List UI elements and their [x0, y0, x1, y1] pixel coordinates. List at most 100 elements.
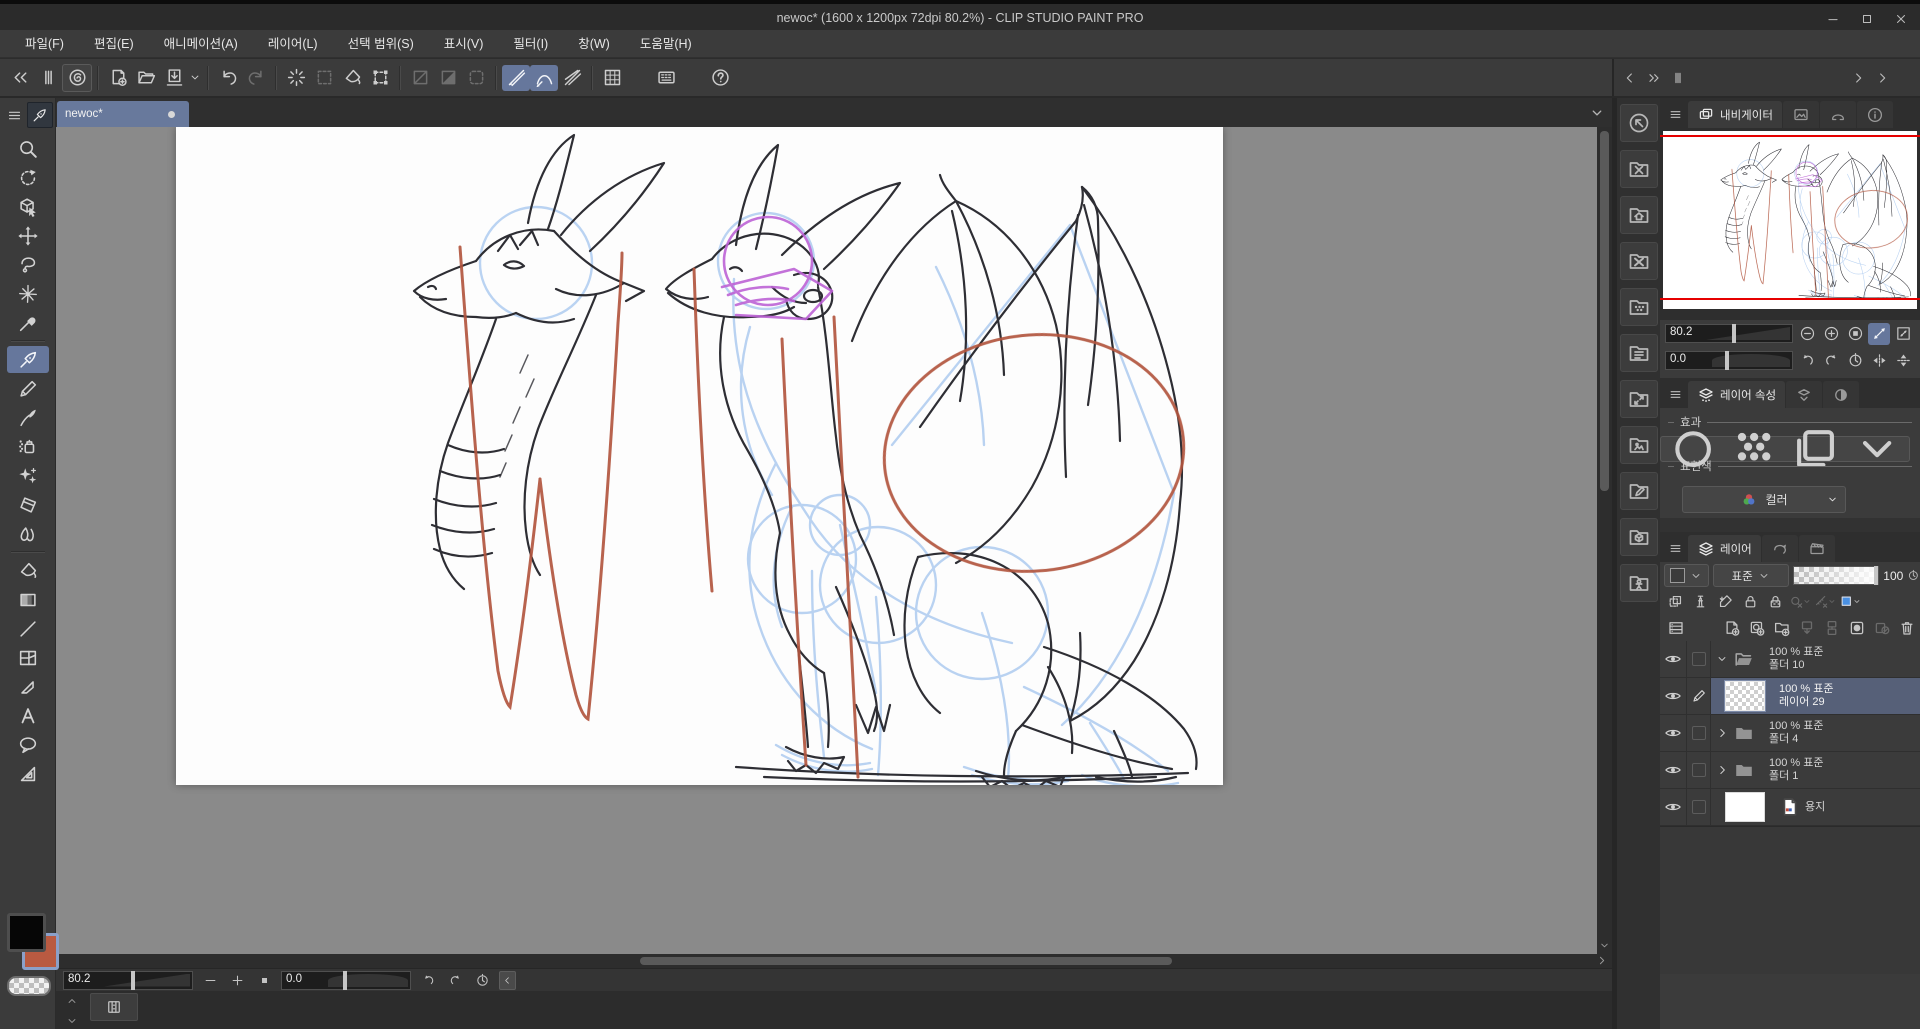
current-subtool-slot[interactable]: [26, 102, 53, 128]
expression-color-dropdown[interactable]: 컬러: [1682, 486, 1846, 513]
keyboard-button[interactable]: [652, 65, 680, 91]
create-mask-button[interactable]: [1845, 616, 1868, 639]
collapse-statusbar-button[interactable]: [499, 970, 516, 990]
canvas-paper[interactable]: [176, 127, 1223, 785]
layer-row-content[interactable]: 100 % 표준 폴더 4: [1711, 715, 1920, 751]
tab-clapper[interactable]: [1798, 535, 1835, 562]
tab-내비게이터[interactable]: 내비게이터: [1688, 101, 1782, 128]
rotation-slider[interactable]: 0.0: [281, 970, 411, 990]
rotate-ccw-button[interactable]: [418, 971, 438, 989]
help-button[interactable]: [706, 65, 734, 91]
tab-undo-curve[interactable]: [1761, 535, 1798, 562]
minimize-button[interactable]: [1818, 8, 1848, 30]
navigator-rotate-slider[interactable]: 0.0: [1665, 351, 1793, 370]
navigator-menu-button[interactable]: [1664, 103, 1686, 125]
transparent-color-swatch[interactable]: [7, 976, 51, 996]
zoom-out-button[interactable]: [1796, 323, 1818, 345]
chevron-right-small-button[interactable]: [1846, 66, 1870, 90]
main-color-swatch[interactable]: [7, 913, 46, 952]
folder-figure-palette-button[interactable]: [1619, 564, 1658, 602]
edit-state-cell[interactable]: [1687, 641, 1711, 677]
chevron-right-small-button[interactable]: [1870, 66, 1894, 90]
object-tool-button[interactable]: [7, 193, 49, 220]
snap-ruler-button[interactable]: [502, 64, 530, 91]
eraser-tool-button[interactable]: [7, 491, 49, 518]
chevron-left-small-button[interactable]: [1618, 66, 1642, 90]
strip-up-button[interactable]: [64, 994, 80, 1008]
menu-item[interactable]: 창(W): [563, 30, 625, 58]
layer-color-button[interactable]: [1839, 591, 1862, 613]
rotate-reset-button[interactable]: [1844, 350, 1866, 372]
frame-tool-button[interactable]: [7, 644, 49, 671]
grip-button[interactable]: [34, 65, 62, 91]
layer-row-paper[interactable]: 용지: [1660, 789, 1920, 826]
layer-row-content[interactable]: 100 % 표준 레이어 29: [1711, 678, 1920, 714]
tool-menu-button[interactable]: [4, 104, 25, 126]
visibility-toggle[interactable]: [1660, 678, 1687, 714]
horizontal-scroll-handle[interactable]: [640, 957, 1172, 965]
expand-open-icon[interactable]: [1715, 652, 1729, 666]
edit-state-cell[interactable]: [1687, 789, 1711, 825]
layer-row-folder-10[interactable]: 100 % 표준 폴더 10: [1660, 641, 1920, 678]
reference-layer-button[interactable]: [1689, 591, 1712, 613]
layer-row-folder-1[interactable]: 100 % 표준 폴더 1: [1660, 752, 1920, 789]
expand-closed-icon[interactable]: [1715, 726, 1729, 740]
gradient-tool-button[interactable]: [7, 586, 49, 613]
canvas-tab[interactable]: newoc*: [57, 101, 189, 127]
selection-line-button[interactable]: [406, 65, 434, 91]
grip-button[interactable]: [1666, 66, 1690, 90]
tab-list-button[interactable]: [1588, 104, 1606, 122]
horizontal-scrollbar[interactable]: [56, 954, 1612, 968]
pen-tool-button[interactable]: [6, 346, 49, 373]
zoom-out-button[interactable]: [200, 971, 220, 989]
reselect-button[interactable]: [310, 65, 338, 91]
navigator-rotate-handle[interactable]: [1725, 351, 1730, 370]
zoom-slider-handle[interactable]: [130, 970, 135, 990]
opacity-slider[interactable]: [1793, 566, 1880, 585]
folder-shrink-palette-button[interactable]: [1619, 380, 1658, 418]
vertical-scrollbar[interactable]: [1597, 127, 1612, 954]
rotate-cw-button[interactable]: [445, 971, 465, 989]
lock-alpha-button[interactable]: [1764, 591, 1787, 613]
blend-tool-button[interactable]: [7, 520, 49, 547]
polyline-tool-button[interactable]: [7, 673, 49, 700]
close-button[interactable]: [1886, 8, 1916, 30]
lasso-button[interactable]: [7, 251, 49, 278]
deselect-button[interactable]: [282, 65, 310, 91]
apply-mask-button[interactable]: [1870, 616, 1893, 639]
pencil-tool-button[interactable]: [7, 375, 49, 402]
timeline-palette-button[interactable]: [90, 993, 138, 1021]
layer-row-layer-29-selected[interactable]: 100 % 표준 레이어 29: [1660, 678, 1920, 715]
chevron-double-right-button[interactable]: [1642, 66, 1666, 90]
visibility-toggle[interactable]: [1660, 789, 1687, 825]
keyframe-icon[interactable]: [1907, 569, 1920, 582]
balloon-tool-button[interactable]: [7, 731, 49, 758]
new-correction-layer-button[interactable]: [1745, 616, 1768, 639]
edit-state-cell[interactable]: [1687, 678, 1711, 714]
new-folder-button[interactable]: [1770, 616, 1793, 639]
zoom-slider[interactable]: 80.2: [63, 970, 193, 990]
fill-tool-button[interactable]: [338, 65, 366, 91]
bucket-tool-button[interactable]: [7, 557, 49, 584]
delete-layer-button[interactable]: [1895, 616, 1918, 639]
clip-below-button[interactable]: [1664, 591, 1687, 613]
folder-3d-palette-button[interactable]: [1619, 518, 1658, 556]
quick-access-palette-button[interactable]: [1619, 104, 1658, 142]
menu-item[interactable]: 표시(V): [429, 30, 499, 58]
merge-down-button[interactable]: [1820, 616, 1843, 639]
open-file-button[interactable]: [132, 65, 160, 91]
panel-list-button[interactable]: [1664, 616, 1687, 639]
layer-row-content[interactable]: 100 % 표준 폴더 1: [1711, 752, 1920, 788]
navigator-preview[interactable]: [1660, 128, 1920, 320]
canvas-viewport[interactable]: [56, 127, 1597, 954]
menu-item[interactable]: 도움말(H): [625, 30, 707, 58]
snap-special-button[interactable]: [558, 65, 586, 91]
zoom-in-button[interactable]: [227, 971, 247, 989]
vertical-scroll-handle[interactable]: [1600, 131, 1609, 491]
fit-window-button[interactable]: [1868, 322, 1890, 345]
tab-info[interactable]: [1856, 101, 1893, 128]
mask-disable-button[interactable]: [1789, 591, 1812, 613]
text-tool-button[interactable]: [7, 702, 49, 729]
new-canvas-button[interactable]: [104, 65, 132, 91]
lock-layer-button[interactable]: [1739, 591, 1762, 613]
